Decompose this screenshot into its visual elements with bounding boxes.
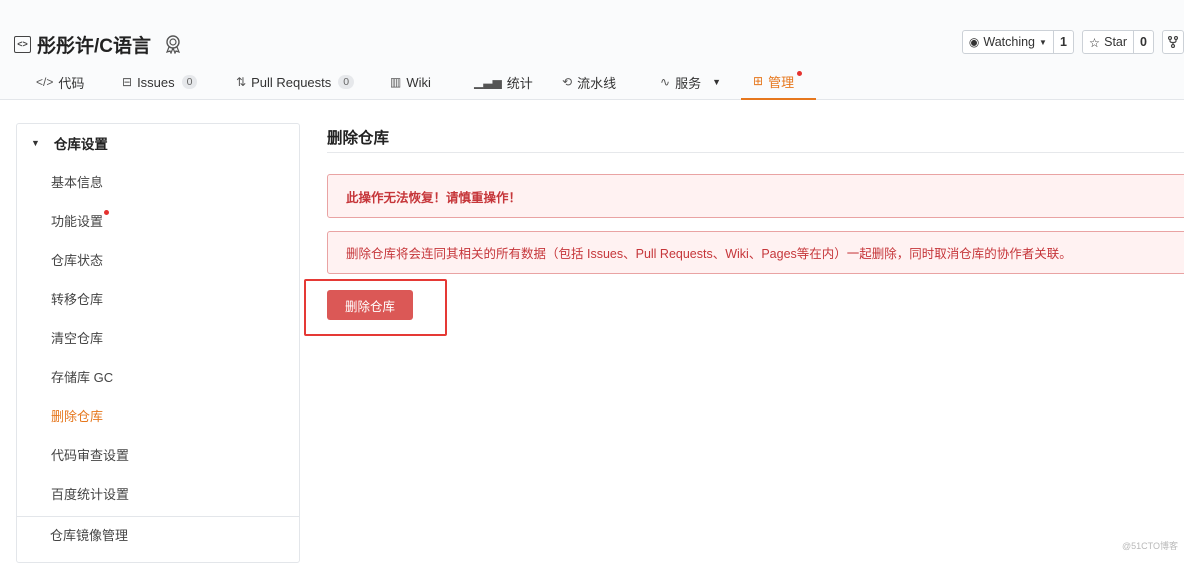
tab-issues[interactable]: ⊟ Issues 0 — [122, 64, 198, 100]
info-text: 删除仓库将会连同其相关的所有数据（包括 Issues、Pull Requests… — [346, 247, 1072, 261]
tab-manage-label: 管理 — [768, 74, 795, 90]
tab-services[interactable]: ∿ 服务 ▼ — [660, 64, 721, 100]
notification-dot — [104, 210, 110, 215]
issue-icon: ⊟ — [122, 75, 133, 89]
tab-wiki-label: Wiki — [406, 74, 431, 90]
tab-issues-label: Issues — [137, 74, 175, 90]
repo-title-group: <> 彤彤许/C语言 — [14, 31, 183, 57]
tab-issues-count: 0 — [181, 75, 198, 89]
watching-label-group: ◉ Watching ▼ — [963, 31, 1053, 53]
sidebar-item-label: 删除仓库 — [51, 409, 104, 424]
pull-request-icon: ⇅ — [236, 75, 247, 89]
sidebar-item-label: 存储库 GC — [51, 370, 114, 385]
bar-chart-icon: ▁▃▅ — [474, 75, 502, 89]
page-title: 删除仓库 — [327, 123, 1184, 153]
tab-pull-requests-label: Pull Requests — [251, 74, 332, 90]
eye-icon: ◉ — [968, 35, 980, 49]
sidebar-item-mirror[interactable]: 仓库镜像管理 — [17, 516, 299, 552]
warning-alert: 此操作无法恢复！请慎重操作！ — [327, 174, 1184, 218]
star-icon: ☆ — [1088, 35, 1101, 50]
repo-actions: ◉ Watching ▼ 1 ☆ Star 0 — [961, 30, 1184, 54]
star-button[interactable]: ☆ Star 0 — [1081, 30, 1154, 54]
fork-button[interactable] — [1162, 30, 1184, 54]
watching-button[interactable]: ◉ Watching ▼ 1 — [961, 30, 1074, 54]
sidebar-item-label: 仓库状态 — [51, 253, 104, 268]
sidebar-item-label: 功能设置 — [51, 214, 104, 229]
pipeline-icon: ⟲ — [562, 75, 573, 89]
chevron-down-icon: ▼ — [712, 77, 721, 87]
tab-services-label: 服务 — [675, 75, 702, 91]
sidebar-item-basic-info[interactable]: 基本信息 — [17, 162, 299, 201]
tab-code[interactable]: </> 代码 — [36, 64, 84, 100]
star-label: Star — [1104, 35, 1128, 49]
sidebar-item-label: 百度统计设置 — [51, 487, 130, 502]
notification-dot — [797, 70, 803, 76]
repo-header: <> 彤彤许/C语言 ◉ Watching ▼ 1 ☆ Star 0 </> 代… — [0, 0, 1184, 100]
sidebar-item-delete[interactable]: 删除仓库 — [17, 396, 299, 435]
sidebar-section-label: 仓库设置 — [53, 137, 108, 152]
sidebar-item-transfer[interactable]: 转移仓库 — [17, 279, 299, 318]
caret-down-icon: ▼ — [31, 138, 40, 148]
main-content: 删除仓库 此操作无法恢复！请慎重操作！ 删除仓库将会连同其相关的所有数据（包括 … — [327, 123, 1184, 320]
sidebar-item-label: 基本信息 — [51, 175, 104, 190]
repo-icon: <> — [14, 35, 31, 53]
caret-down-icon: ▼ — [1039, 37, 1047, 47]
sidebar-item-repo-status[interactable]: 仓库状态 — [17, 240, 299, 279]
tab-pull-requests-count: 0 — [338, 75, 355, 89]
sidebar-item-baidu-stats[interactable]: 百度统计设置 — [17, 474, 299, 513]
watermark: @51CTO博客 — [1122, 541, 1178, 551]
sidebar-item-label: 代码审查设置 — [51, 448, 130, 463]
tab-pipeline[interactable]: ⟲ 流水线 — [562, 64, 616, 100]
tab-stats-label: 统计 — [506, 75, 533, 91]
watching-label: Watching — [983, 35, 1036, 49]
tab-code-label: 代码 — [58, 75, 85, 91]
tab-pipeline-label: 流水线 — [577, 75, 617, 91]
info-alert: 删除仓库将会连同其相关的所有数据（包括 Issues、Pull Requests… — [327, 231, 1184, 274]
award-badge-icon — [165, 35, 181, 54]
settings-sidebar: ▼ 仓库设置 基本信息 功能设置 仓库状态 转移仓库 清空仓库 存储库 GC 删… — [16, 123, 300, 563]
wiki-book-icon: ▥ — [390, 75, 402, 89]
sidebar-item-label: 仓库镜像管理 — [50, 528, 129, 543]
sidebar-item-label: 转移仓库 — [51, 292, 104, 307]
sidebar-item-features[interactable]: 功能设置 — [17, 201, 299, 240]
tab-stats[interactable]: ▁▃▅ 统计 — [474, 64, 533, 100]
warning-text: 此操作无法恢复！请慎重操作！ — [346, 190, 522, 205]
code-icon: </> — [36, 75, 54, 89]
pulse-icon: ∿ — [660, 75, 671, 89]
fork-icon — [1168, 36, 1178, 48]
tab-pull-requests[interactable]: ⇅ Pull Requests 0 — [236, 64, 355, 100]
repo-name[interactable]: 彤彤许/C语言 — [37, 31, 151, 58]
star-label-group: ☆ Star — [1083, 31, 1133, 53]
sidebar-item-label: 清空仓库 — [51, 331, 104, 346]
highlight-annotation — [304, 279, 447, 336]
watching-count[interactable]: 1 — [1052, 31, 1073, 53]
sidebar-item-code-review[interactable]: 代码审查设置 — [17, 435, 299, 474]
tab-manage[interactable]: ⊞ 管理 — [741, 64, 817, 100]
star-count[interactable]: 0 — [1133, 31, 1153, 53]
sidebar-section-repo-settings[interactable]: ▼ 仓库设置 — [17, 124, 299, 162]
manage-icon: ⊞ — [753, 74, 764, 88]
repo-tabs: </> 代码 ⊟ Issues 0 ⇅ Pull Requests 0 ▥ Wi… — [0, 64, 900, 100]
sidebar-item-storage-gc[interactable]: 存储库 GC — [17, 357, 299, 396]
tab-wiki[interactable]: ▥ Wiki — [390, 64, 431, 100]
sidebar-item-clear[interactable]: 清空仓库 — [17, 318, 299, 357]
